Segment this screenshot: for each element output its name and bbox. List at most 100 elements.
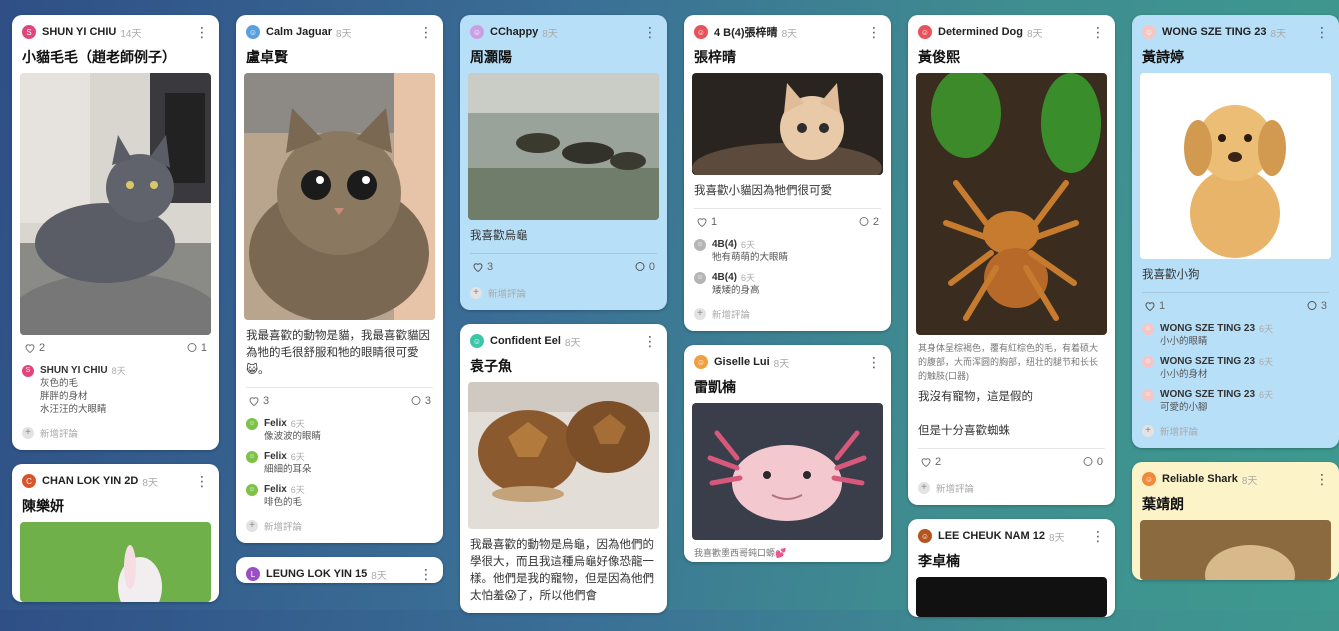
tortoise-photo[interactable] [468, 382, 659, 529]
post-image[interactable] [916, 577, 1107, 617]
more-options-icon[interactable]: ⋮ [1315, 472, 1329, 486]
like-button[interactable]: 1 [1144, 300, 1165, 312]
heart-icon [1145, 302, 1155, 312]
heart-icon [697, 218, 707, 228]
add-comment-button[interactable]: + 新增評論 [908, 475, 1115, 505]
like-button[interactable]: 2 [920, 456, 941, 468]
heart-icon [249, 397, 259, 407]
post-card[interactable]: ☺ Confident Eel 8天 ⋮ 袁子魚 我最喜歡的動物是烏龜，因為他們… [460, 324, 667, 613]
post-card[interactable]: ☺ CChappy 8天 ⋮ 周灝陽 我喜歡烏龜 3 0 + 新增評論 [460, 15, 667, 310]
comment-button[interactable]: 1 [186, 342, 207, 354]
post-card[interactable]: ☺ 4 B(4)張梓晴 8天 ⋮ 張梓晴 我喜歡小貓因為牠們很可愛 1 2 ☺ … [684, 15, 891, 331]
more-options-icon[interactable]: ⋮ [419, 25, 433, 39]
post-card[interactable]: ☺ LEE CHEUK NAM 12 8天 ⋮ 李卓楠 [908, 519, 1115, 617]
like-button[interactable]: 2 [24, 342, 45, 354]
comment: ☺ WONG SZE TING 23 6天 小小的眼睛 [1132, 319, 1339, 352]
post-title: 小貓毛毛（趙老師例子） [22, 49, 176, 65]
author-avatar: ☺ [694, 25, 708, 39]
like-button[interactable]: 1 [696, 216, 717, 228]
author-avatar: ☺ [470, 334, 484, 348]
comment: ☺ Felix 6天 細細的耳朵 [236, 447, 443, 480]
post-card[interactable]: L LEUNG LOK YIN 15 8天 ⋮ [236, 557, 443, 583]
like-button[interactable]: 3 [472, 261, 493, 273]
author-name: SHUN YI CHIU [42, 26, 117, 38]
add-comment-button[interactable]: + 新增評論 [1132, 418, 1339, 448]
heart-icon [921, 458, 931, 468]
comment: ☺ WONG SZE TING 23 6天 小小的身材 [1132, 352, 1339, 385]
comment-button[interactable]: 0 [1082, 456, 1103, 468]
post-card[interactable]: ☺ Calm Jaguar 8天 ⋮ 盧卓賢 我最喜歡的動物是貓，我最喜歡貓因為… [236, 15, 443, 543]
post-header: ☺ CChappy 8天 ⋮ [460, 15, 667, 41]
more-options-icon[interactable]: ⋮ [1315, 25, 1329, 39]
author-avatar: C [22, 474, 36, 488]
comment: ☺ 4B(4) 6天 牠有萌萌的大眼睛 [684, 235, 891, 268]
post-header: ☺ Determined Dog 8天 ⋮ [908, 15, 1115, 41]
add-comment-label: 新增評論 [936, 484, 975, 495]
post-text-line [918, 406, 1105, 423]
comment-count: 0 [1096, 456, 1103, 468]
hamster-photo[interactable] [1140, 520, 1331, 580]
like-button[interactable]: 3 [248, 395, 269, 407]
puppy-photo[interactable] [1140, 73, 1331, 259]
comment-button[interactable]: 3 [410, 395, 431, 407]
more-options-icon[interactable]: ⋮ [643, 334, 657, 348]
more-options-icon[interactable]: ⋮ [867, 25, 881, 39]
comment-icon [1307, 301, 1317, 310]
more-options-icon[interactable]: ⋮ [1091, 529, 1105, 543]
plus-icon: + [246, 520, 258, 532]
post-card[interactable]: C CHAN LOK YIN 2D 8天 ⋮ 陳樂妍 [12, 464, 219, 602]
post-title: 黃詩婷 [1142, 49, 1184, 65]
more-options-icon[interactable]: ⋮ [867, 355, 881, 369]
comment-time: 6天 [741, 240, 756, 250]
add-comment-button[interactable]: + 新增評論 [236, 513, 443, 543]
post-stats: 1 3 [1132, 293, 1339, 319]
rabbit-photo[interactable] [20, 522, 211, 602]
commenter-name: SHUN YI CHIU [40, 365, 108, 376]
plus-icon: + [470, 287, 482, 299]
author-name: LEE CHEUK NAM 12 [938, 530, 1045, 542]
commenter-avatar: ☺ [246, 417, 258, 430]
comment-icon [187, 343, 197, 352]
author-name: CChappy [490, 26, 539, 38]
add-comment-button[interactable]: + 新增評論 [12, 420, 219, 450]
author-name: Determined Dog [938, 26, 1023, 38]
post-header: ☺ Confident Eel 8天 ⋮ [460, 324, 667, 350]
comment-line: 細細的耳朵 [264, 464, 312, 475]
post-time: 8天 [542, 28, 558, 40]
post-card[interactable]: ☺ Determined Dog 8天 ⋮ 黃俊熙 其身体呈棕褐色，覆有紅棕色的… [908, 15, 1115, 505]
commenter-avatar: ☺ [694, 271, 706, 284]
turtle-tank-photo[interactable] [468, 73, 659, 220]
more-options-icon[interactable]: ⋮ [195, 25, 209, 39]
cat-photo[interactable] [244, 73, 435, 320]
kitten-photo[interactable] [692, 73, 883, 175]
post-title: 盧卓賢 [246, 49, 288, 65]
post-card[interactable]: ☺ Reliable Shark 8天 ⋮ 葉靖朗 [1132, 462, 1339, 580]
post-time: 8天 [1241, 475, 1258, 487]
post-card[interactable]: ☺ WONG SZE TING 23 8天 ⋮ 黃詩婷 我喜歡小狗 1 3 ☺ … [1132, 15, 1339, 448]
comment-time: 6天 [1259, 324, 1274, 334]
axolotl-photo[interactable] [692, 403, 883, 540]
commenter-name: Felix [264, 451, 287, 462]
add-comment-label: 新增評論 [40, 429, 79, 440]
comment-button[interactable]: 3 [1306, 300, 1327, 312]
more-options-icon[interactable]: ⋮ [195, 474, 209, 488]
column-6: ☺ WONG SZE TING 23 8天 ⋮ 黃詩婷 我喜歡小狗 1 3 ☺ … [1132, 15, 1339, 594]
post-time: 8天 [564, 337, 581, 349]
post-title: 袁子魚 [470, 358, 512, 374]
post-header: ☺ 4 B(4)張梓晴 8天 ⋮ [684, 15, 891, 41]
post-text: 我最喜歡的動物是貓，我最喜歡貓因為牠的毛很舒服和牠的眼睛很可愛😺。 [246, 330, 430, 376]
more-options-icon[interactable]: ⋮ [419, 567, 433, 581]
tarantula-photo[interactable] [916, 73, 1107, 335]
add-comment-button[interactable]: + 新增評論 [460, 280, 667, 310]
comment-button[interactable]: 0 [634, 261, 655, 273]
more-options-icon[interactable]: ⋮ [643, 25, 657, 39]
post-header: S SHUN YI CHIU 14天 ⋮ [12, 15, 219, 41]
post-card[interactable]: S SHUN YI CHIU 14天 ⋮ 小貓毛毛（趙老師例子） 2 1 S S… [12, 15, 219, 450]
cat-photo[interactable] [20, 73, 211, 335]
post-card[interactable]: ☺ Giselle Lui 8天 ⋮ 雷凱楠 我喜歡墨西哥鈍口螈💕 [684, 345, 891, 562]
comment-button[interactable]: 2 [858, 216, 879, 228]
author-avatar: L [246, 567, 260, 581]
add-comment-button[interactable]: + 新增評論 [684, 301, 891, 331]
post-time: 8天 [781, 28, 798, 40]
more-options-icon[interactable]: ⋮ [1091, 25, 1105, 39]
